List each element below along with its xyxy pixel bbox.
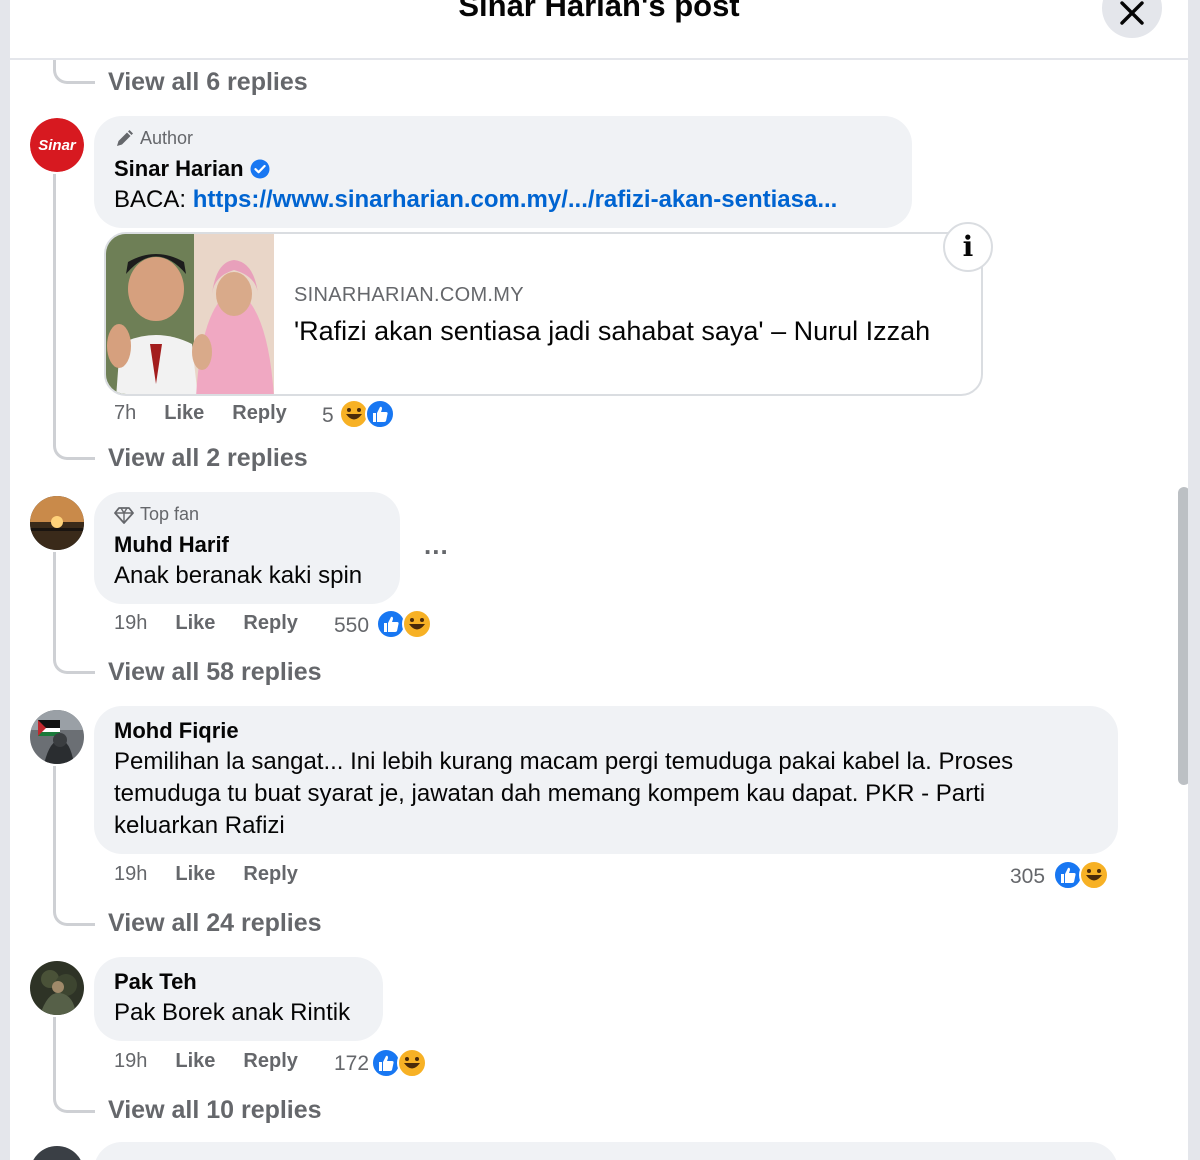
pencil-icon <box>117 129 133 146</box>
modal-header: Sinar Harian's post <box>10 0 1188 60</box>
thread-line <box>53 552 56 648</box>
comment-author[interactable]: Pak Teh <box>114 969 197 995</box>
diamond-icon <box>114 506 134 524</box>
comment-bubble <box>94 1142 1118 1160</box>
like-button[interactable]: Like <box>164 402 204 425</box>
reaction-count[interactable]: 305 <box>1010 865 1045 889</box>
author-name[interactable]: Muhd Harif <box>114 532 229 558</box>
comment-actions: 19h Like Reply <box>114 863 298 886</box>
reaction-icons[interactable] <box>371 1048 431 1078</box>
avatar-mohd-fiqrie[interactable] <box>30 710 84 764</box>
link-preview-image <box>106 234 274 394</box>
comment-author[interactable]: Sinar Harian <box>114 156 270 182</box>
comment-text: Pemilihan la sangat... Ini lebih kurang … <box>114 748 1014 839</box>
comment-actions: 7h Like Reply <box>114 402 287 425</box>
comment-actions: 19h Like Reply <box>114 612 298 635</box>
reply-connector <box>53 434 95 460</box>
reply-connector <box>53 648 95 674</box>
reaction-count[interactable]: 550 <box>334 614 369 638</box>
like-button[interactable]: Like <box>175 612 215 635</box>
badge-label: Author <box>140 128 194 148</box>
link-preview-title[interactable]: 'Rafizi akan sentiasa jadi sahabat saya'… <box>294 316 930 347</box>
comment-text-prefix: BACA: <box>114 186 193 213</box>
comment-bubble: Pak Teh Pak Borek anak Rintik <box>94 957 383 1041</box>
comment-text: Pak Borek anak Rintik <box>114 999 351 1026</box>
reaction-count[interactable]: 5 <box>322 404 334 428</box>
avatar-next-comment[interactable] <box>30 1146 84 1160</box>
reply-button[interactable]: Reply <box>243 612 297 635</box>
close-icon <box>1120 1 1144 25</box>
article-link[interactable]: https://www.sinarharian.com.my/.../rafiz… <box>193 186 838 213</box>
reaction-icons[interactable] <box>339 399 399 429</box>
avatar-logo-text: Sinar <box>38 137 77 154</box>
like-button[interactable]: Like <box>175 863 215 886</box>
author-badge: Top fan <box>114 504 199 525</box>
author-name[interactable]: Sinar Harian <box>114 156 244 182</box>
comment-time[interactable]: 19h <box>114 1050 147 1073</box>
comment-bubble: Top fan Muhd Harif Anak beranak kaki spi… <box>94 492 400 604</box>
more-options-button[interactable]: ... <box>424 530 449 561</box>
author-name[interactable]: Mohd Fiqrie <box>114 718 239 744</box>
reaction-count[interactable]: 172 <box>334 1052 369 1076</box>
comment-time[interactable]: 19h <box>114 612 147 635</box>
comment-text: Anak beranak kaki spin <box>114 562 363 589</box>
comment-author[interactable]: Muhd Harif <box>114 532 229 558</box>
author-badge: Author <box>114 128 193 149</box>
haha-icon <box>1079 860 1109 890</box>
reply-button[interactable]: Reply <box>243 1050 297 1073</box>
reaction-icons[interactable] <box>376 609 436 639</box>
view-replies-link[interactable]: View all 24 replies <box>108 909 322 938</box>
view-replies-link[interactable]: View all 58 replies <box>108 658 322 687</box>
haha-icon <box>397 1048 427 1078</box>
post-modal: Sinar Harian's post View all 6 replies S… <box>10 0 1188 1160</box>
view-replies-link[interactable]: View all 2 replies <box>108 444 308 473</box>
verified-icon <box>250 159 270 179</box>
comment-actions: 19h Like Reply <box>114 1050 298 1073</box>
avatar-muhd-harif[interactable] <box>30 496 84 550</box>
view-replies-link[interactable]: View all 10 replies <box>108 1096 322 1125</box>
info-button[interactable]: i <box>943 222 993 272</box>
comment-bubble: Mohd Fiqrie Pemilihan la sangat... Ini l… <box>94 706 1118 854</box>
comment-text: BACA: https://www.sinarharian.com.my/...… <box>114 184 837 216</box>
haha-icon <box>402 609 432 639</box>
scrollbar-thumb[interactable] <box>1178 487 1188 785</box>
reaction-icons[interactable] <box>1053 860 1113 890</box>
link-preview-card[interactable]: SINARHARIAN.COM.MY 'Rafizi akan sentiasa… <box>104 232 983 396</box>
reply-button[interactable]: Reply <box>243 863 297 886</box>
like-icon <box>365 399 395 429</box>
thread-line <box>53 1017 56 1087</box>
thread-line <box>53 766 56 900</box>
view-replies-link[interactable]: View all 6 replies <box>108 68 308 97</box>
reply-connector <box>53 900 95 926</box>
like-button[interactable]: Like <box>175 1050 215 1073</box>
avatar-sinar-harian[interactable]: Sinar <box>30 118 84 172</box>
reply-connector <box>53 1087 95 1113</box>
comment-time[interactable]: 19h <box>114 863 147 886</box>
badge-label: Top fan <box>140 504 200 524</box>
page-title: Sinar Harian's post <box>458 0 740 23</box>
comment-time[interactable]: 7h <box>114 402 136 425</box>
info-icon: i <box>962 230 974 263</box>
author-name[interactable]: Pak Teh <box>114 969 197 995</box>
reply-button[interactable]: Reply <box>232 402 286 425</box>
close-button[interactable] <box>1102 0 1162 38</box>
comment-author[interactable]: Mohd Fiqrie <box>114 718 239 744</box>
avatar-pak-teh[interactable] <box>30 961 84 1015</box>
comment-bubble: Author Sinar Harian BACA: https://www.si… <box>94 116 912 228</box>
link-preview-domain: SINARHARIAN.COM.MY <box>294 284 524 306</box>
reply-connector <box>53 58 95 84</box>
thread-line <box>53 174 56 434</box>
